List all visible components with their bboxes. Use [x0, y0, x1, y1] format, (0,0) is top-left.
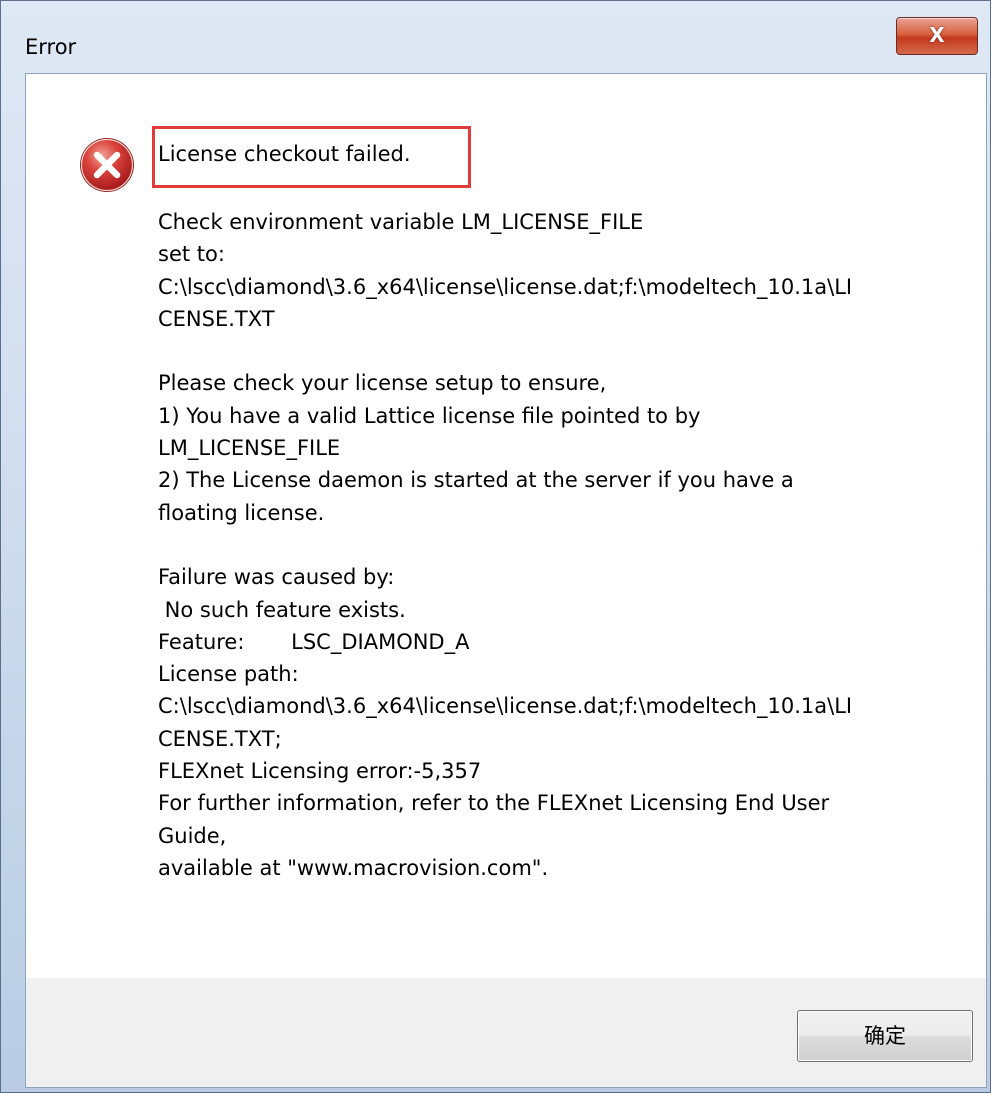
ok-button-label: 确定	[864, 1024, 906, 1048]
ok-button[interactable]: 确定	[797, 1010, 973, 1062]
error-details: Check environment variable LM_LICENSE_FI…	[158, 210, 853, 880]
title-bar[interactable]: Error X	[1, 1, 990, 69]
error-headline: License checkout failed.	[158, 142, 411, 166]
button-bar: 确定	[26, 978, 986, 1087]
dialog-content: License checkout failed. Check environme…	[25, 73, 987, 1088]
close-icon: X	[929, 23, 945, 47]
error-dialog: Error X License checkout failed. Check e…	[0, 0, 991, 1093]
close-button[interactable]: X	[896, 17, 978, 55]
window-title: Error	[25, 35, 77, 59]
error-icon	[80, 138, 134, 192]
